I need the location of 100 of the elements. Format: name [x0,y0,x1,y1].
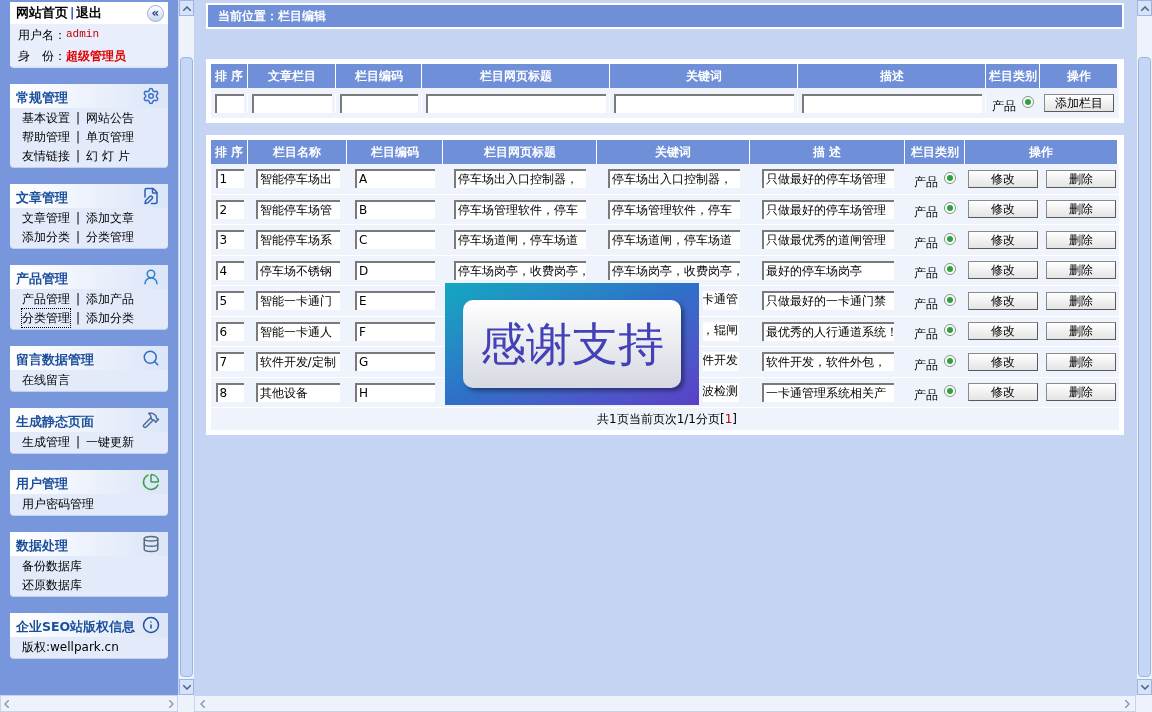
menu-link[interactable]: 生成管理 [22,432,70,451]
input-field[interactable]: 软件开发/定制 [255,352,340,372]
input-field[interactable]: 停车场岗亭，收费岗亭， [607,260,740,280]
menu-link[interactable]: 分类管理 [86,227,135,246]
input-field[interactable]: D [355,260,435,280]
menu-link[interactable]: 产品管理 [22,289,70,308]
input-field[interactable] [251,93,332,113]
table-button[interactable]: 删除 [1045,322,1116,341]
input-field[interactable]: 3 [215,230,244,250]
input-field[interactable]: C [355,230,435,250]
menu-link[interactable]: 一键更新 [86,432,135,451]
input-field[interactable]: B [355,199,435,219]
page-link[interactable]: 1 [724,410,733,428]
table-button[interactable]: 删除 [1045,200,1116,219]
input-field[interactable]: 波检测 [703,382,739,402]
input-field[interactable]: 4 [215,260,244,280]
menu-link[interactable]: 文章管理 [22,208,70,227]
input-field[interactable]: E [355,291,435,311]
menu-link[interactable]: 备份数据库 [22,556,82,575]
input-field[interactable] [425,93,606,113]
radio-button[interactable] [944,324,956,337]
input-field[interactable]: 智能一卡通门 [255,291,340,311]
input-field[interactable]: 7 [215,352,244,372]
table-button[interactable]: 修改 [967,383,1038,402]
input-field[interactable]: 停车场管理软件，停车 [607,199,740,219]
input-field[interactable]: 只做最好的停车场管理 [761,199,894,219]
input-field[interactable]: 最好的停车场岗亭 [761,260,894,280]
input-field[interactable]: 一卡通管理系统相关产 [761,382,894,402]
table-button[interactable]: 修改 [967,169,1038,188]
input-field[interactable]: 智能停车场管 [255,199,340,219]
radio-button[interactable] [944,385,956,398]
input-field[interactable]: 停车场不锈钢 [255,260,340,280]
menu-link[interactable]: 单页管理 [86,127,135,146]
input-field[interactable] [801,93,982,113]
menu-link[interactable]: 还原数据库 [22,575,82,594]
collapse-button[interactable]: « [147,4,164,22]
radio-button[interactable] [944,293,956,306]
input-field[interactable]: F [355,321,435,341]
table-button[interactable]: 删除 [1045,291,1116,310]
radio-button[interactable] [944,202,956,215]
menu-link[interactable]: 帮助管理 [22,127,70,146]
menu-link[interactable]: 添加分类 [86,308,135,327]
table-button[interactable]: 修改 [967,200,1038,219]
table-button[interactable]: 删除 [1045,352,1116,371]
input-field[interactable]: 只做最好的停车场管理 [761,169,894,189]
input-field[interactable]: 卡通管 [703,291,739,311]
input-field[interactable]: 软件开发，软件外包， [761,352,894,372]
table-button[interactable]: 删除 [1045,230,1116,249]
menu-link[interactable]: 幻 灯 片 [86,146,130,165]
input-field[interactable]: 智能停车场系 [255,230,340,250]
page-horizontal-scrollbar[interactable] [194,695,1136,712]
input-field[interactable]: 停车场出入口控制器， [454,169,586,189]
table-button[interactable]: 修改 [967,322,1038,341]
input-field[interactable]: 停车场岗亭，收费岗亭， [454,260,586,280]
input-field[interactable]: 8 [215,382,244,402]
input-field[interactable]: 其他设备 [255,382,340,402]
input-field[interactable]: 1 [215,169,244,189]
logout-link[interactable]: 退出 [76,3,103,23]
input-field[interactable]: 停车场道闸，停车场道 [607,230,740,250]
menu-link[interactable]: 友情链接 [22,146,70,165]
menu-link[interactable]: 基本设置 [22,108,70,127]
input-field[interactable]: 2 [215,199,244,219]
table-button[interactable]: 删除 [1045,169,1116,188]
menu-link[interactable]: 在线留言 [22,370,70,389]
menu-link[interactable]: 添加文章 [86,208,135,227]
table-button[interactable]: 修改 [967,230,1038,249]
input-field[interactable] [339,93,418,113]
input-field[interactable] [214,93,244,113]
table-button[interactable]: 修改 [967,261,1038,280]
input-field[interactable]: 停车场道闸，停车场道 [454,230,586,250]
table-button[interactable]: 添加栏目 [1044,94,1114,112]
input-field[interactable]: 只做最优秀的道闸管理 [761,230,894,250]
input-field[interactable] [613,93,794,113]
input-field[interactable]: 智能一卡通人 [255,321,340,341]
table-button[interactable]: 修改 [967,291,1038,310]
menu-link[interactable]: 用户密码管理 [22,494,94,513]
home-link[interactable]: 网站首页 [16,3,68,23]
input-field[interactable]: 停车场管理软件，停车 [454,199,586,219]
radio-button[interactable] [944,354,956,367]
sidebar-horizontal-scrollbar[interactable] [0,695,178,712]
input-field[interactable]: 最优秀的人行通道系统！ [761,321,894,341]
input-field[interactable]: H [355,382,435,402]
menu-link[interactable]: 版权:wellpark.cn [22,637,119,656]
menu-link[interactable]: 分类管理 [22,308,70,327]
input-field[interactable]: 5 [215,291,244,311]
radio-button[interactable] [1022,96,1034,108]
radio-button[interactable] [944,232,956,245]
radio-button[interactable] [944,263,956,276]
menu-link[interactable]: 网站公告 [86,108,135,127]
input-field[interactable]: 智能停车场出 [255,169,340,189]
input-field[interactable]: ，辊闸 [703,321,739,341]
table-button[interactable]: 修改 [967,352,1038,371]
table-button[interactable]: 删除 [1045,261,1116,280]
input-field[interactable]: G [355,352,435,372]
input-field[interactable]: A [355,169,435,189]
menu-link[interactable]: 添加产品 [86,289,135,308]
menu-link[interactable]: 添加分类 [22,227,70,246]
radio-button[interactable] [944,171,956,184]
table-button[interactable]: 删除 [1045,383,1116,402]
input-field[interactable]: 只做最好的一卡通门禁 [761,291,894,311]
